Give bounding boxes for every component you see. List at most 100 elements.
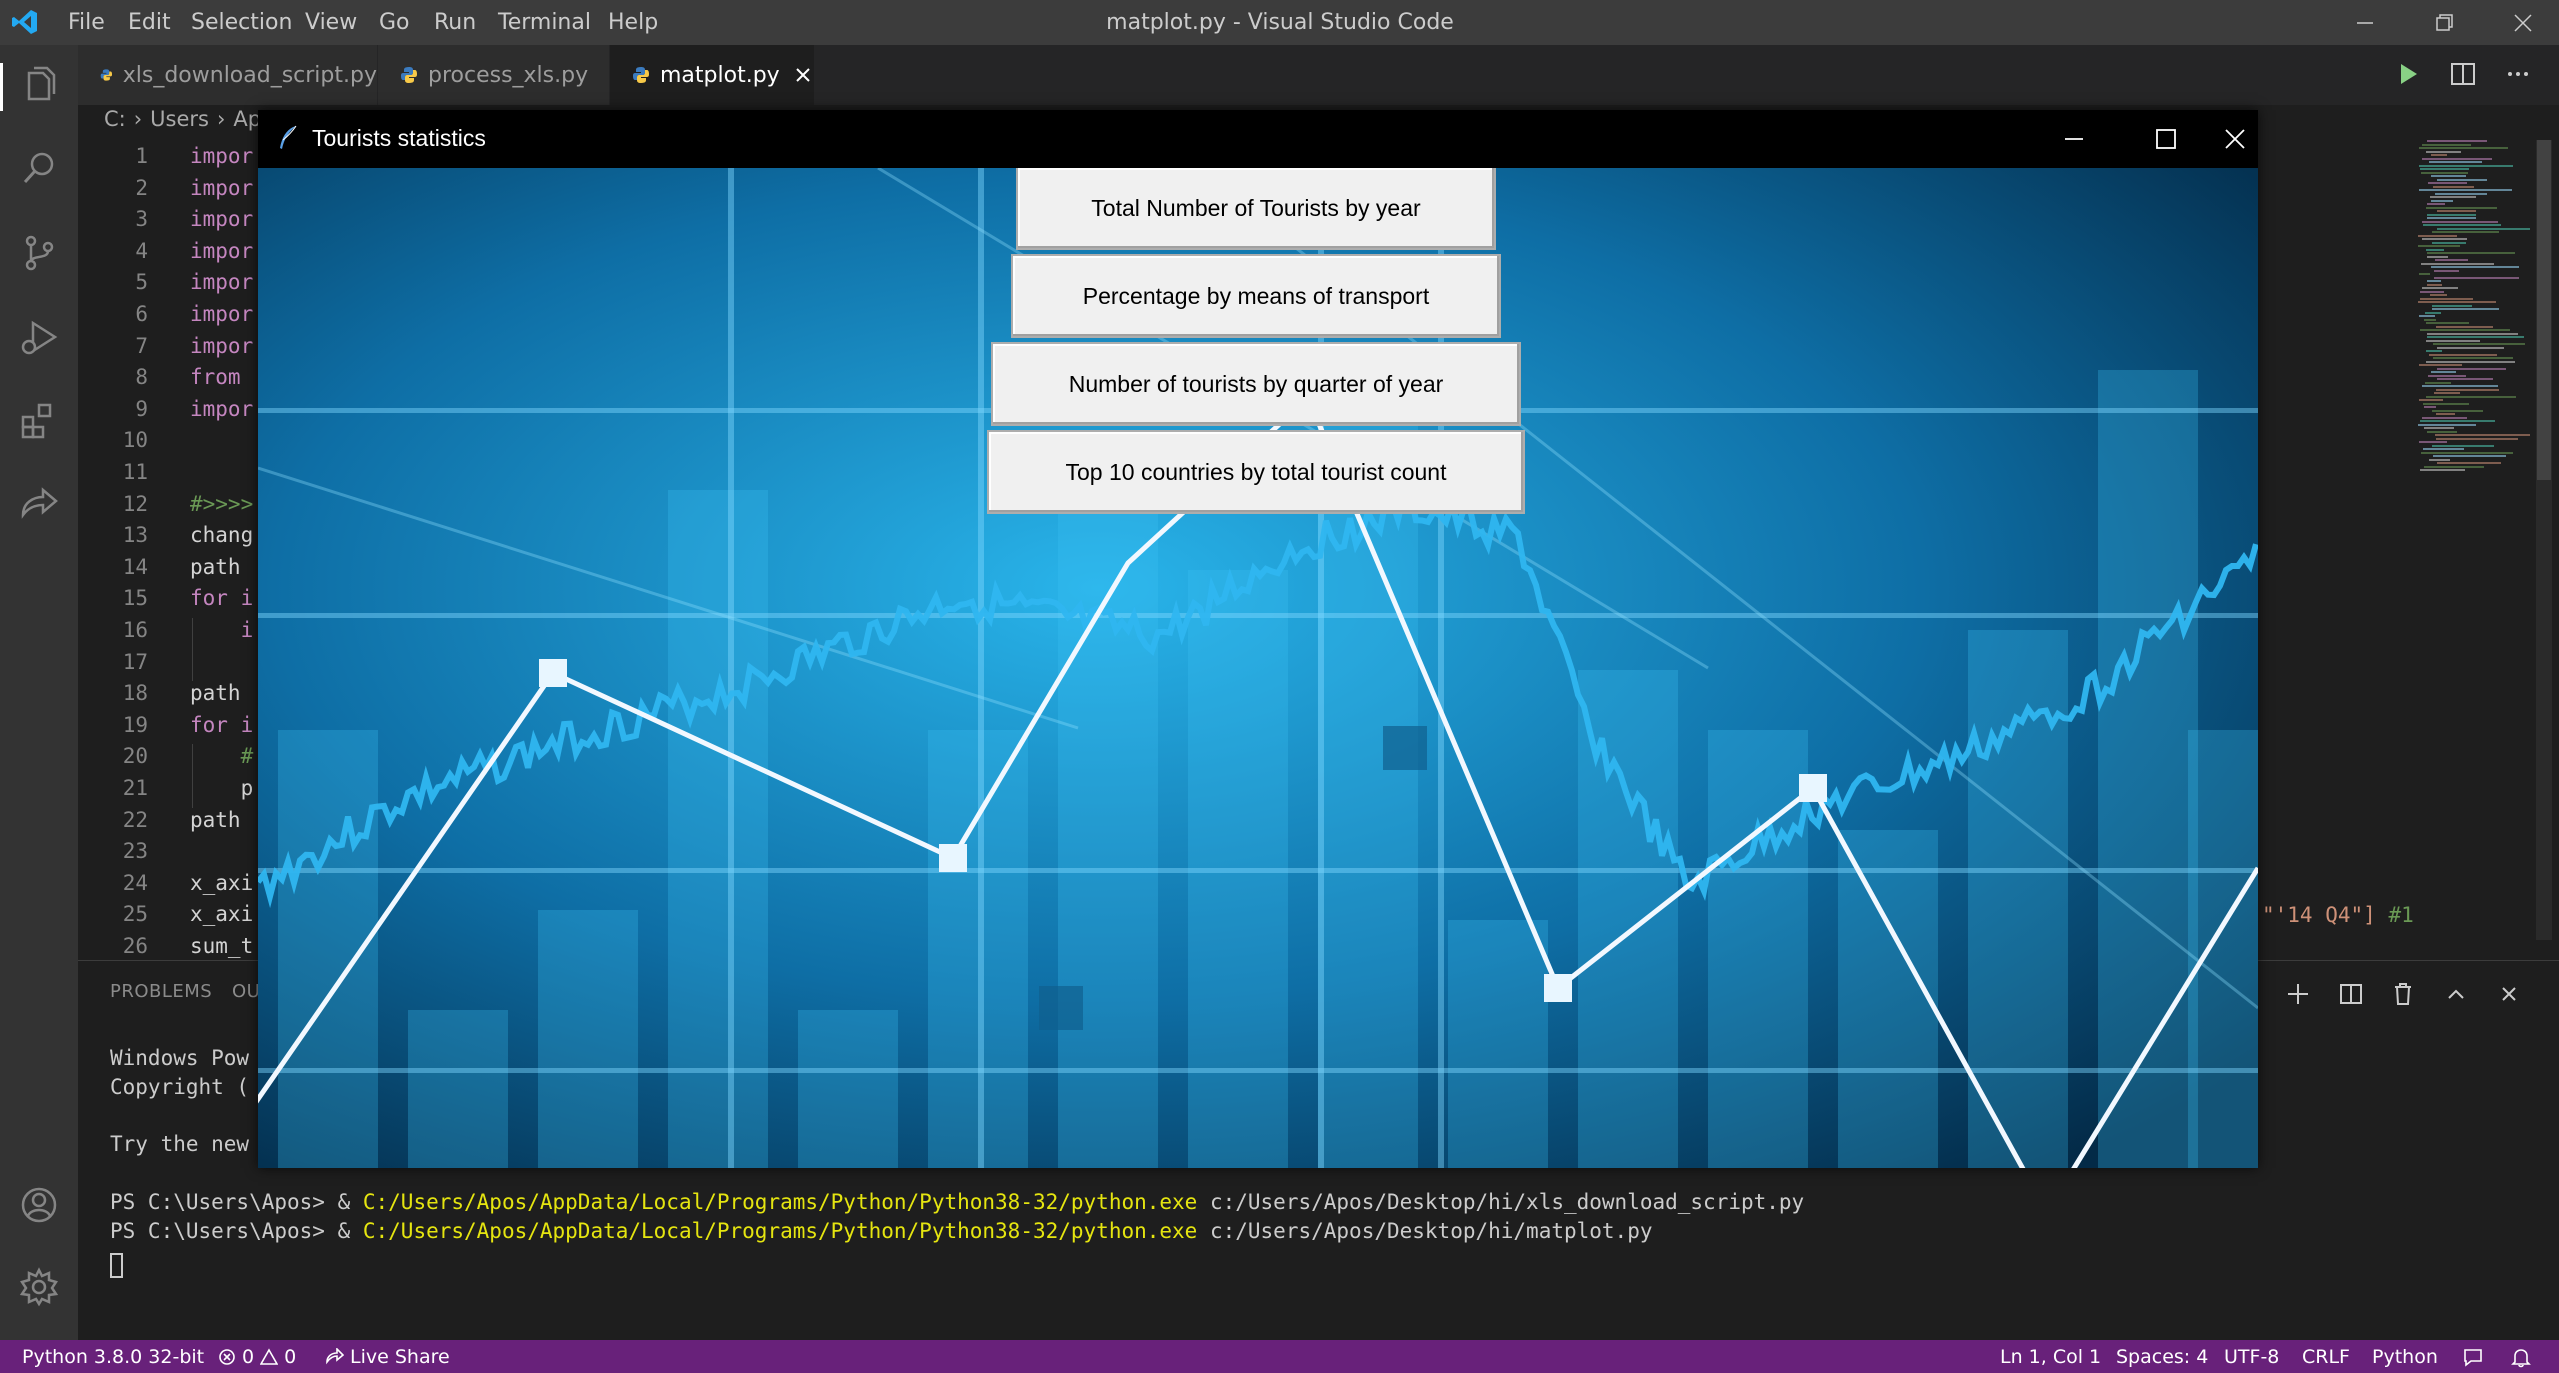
restore-button[interactable] xyxy=(2410,0,2480,45)
minimap-line xyxy=(2423,448,2464,450)
code-line[interactable]: #>>>> xyxy=(190,492,253,516)
top-10-countries-button[interactable]: Top 10 countries by total tourist count xyxy=(987,430,1525,514)
code-line[interactable]: p xyxy=(190,776,254,800)
code-line[interactable]: for i xyxy=(190,713,253,737)
code-line[interactable]: impor xyxy=(190,334,253,358)
breadcrumb: C: › Users › Ap xyxy=(104,107,261,131)
code-line[interactable]: path xyxy=(190,808,253,832)
chevron-up-icon[interactable] xyxy=(2441,979,2471,1009)
tab-process-xls[interactable]: process_xls.py xyxy=(378,45,610,105)
line-ending[interactable]: CRLF xyxy=(2302,1346,2350,1368)
encoding[interactable]: UTF-8 xyxy=(2224,1346,2279,1368)
close-panel-icon[interactable] xyxy=(2494,979,2524,1009)
menu-view[interactable]: View xyxy=(305,10,357,35)
minimap[interactable] xyxy=(2418,140,2538,480)
problems-indicator[interactable]: 0 0 xyxy=(218,1346,296,1368)
menu-edit[interactable]: Edit xyxy=(128,10,171,35)
code-line[interactable]: path xyxy=(190,555,253,579)
feedback-icon[interactable] xyxy=(2462,1346,2484,1368)
close-icon[interactable] xyxy=(792,64,814,86)
tk-maximize-button[interactable] xyxy=(2120,110,2212,168)
background-square-marker xyxy=(939,844,967,872)
code-line[interactable]: from xyxy=(190,365,241,389)
line-number: 23 xyxy=(122,839,148,864)
close-icon xyxy=(2514,13,2532,32)
code-line[interactable]: chang xyxy=(190,523,253,547)
breadcrumb-item[interactable]: C: xyxy=(104,107,126,131)
tab-xls-download-script[interactable]: xls_download_script.py xyxy=(78,45,378,105)
tab-output[interactable]: OU xyxy=(232,981,260,1002)
files-icon[interactable] xyxy=(19,65,59,105)
live-share-icon[interactable] xyxy=(19,485,59,525)
background-square-marker xyxy=(1039,986,1083,1030)
menu-run[interactable]: Run xyxy=(434,10,476,35)
breadcrumb-item[interactable]: Ap xyxy=(233,107,261,131)
live-share-status[interactable]: Live Share xyxy=(326,1346,450,1368)
minimap-line xyxy=(2429,161,2482,163)
code-line[interactable]: x_axi xyxy=(190,902,253,926)
tk-minimize-button[interactable] xyxy=(2028,110,2120,168)
code-line[interactable]: impor xyxy=(190,207,253,231)
total-tourists-by-year-button[interactable]: Total Number of Tourists by year xyxy=(1016,168,1496,250)
split-editor-icon[interactable] xyxy=(2447,58,2479,90)
minimap-line xyxy=(2435,434,2530,436)
python-interpreter[interactable]: Python 3.8.0 32-bit xyxy=(22,1346,204,1368)
code-line[interactable]: impor xyxy=(190,302,253,326)
run-debug-icon[interactable] xyxy=(19,317,59,357)
split-terminal-icon[interactable] xyxy=(2336,979,2366,1009)
editor-scrollbar-thumb[interactable] xyxy=(2537,140,2551,480)
indentation[interactable]: Spaces: 4 xyxy=(2116,1346,2208,1368)
code-line[interactable]: for i xyxy=(190,586,253,610)
menu-file[interactable]: File xyxy=(68,10,105,35)
cursor-position[interactable]: Ln 1, Col 1 xyxy=(2000,1346,2101,1368)
breadcrumb-item[interactable]: Users xyxy=(150,107,209,131)
source-control-icon[interactable] xyxy=(19,233,59,273)
minimize-icon xyxy=(2357,21,2373,24)
code-line[interactable]: impor xyxy=(190,239,253,263)
menu-terminal[interactable]: Terminal xyxy=(498,10,591,35)
menu-go[interactable]: Go xyxy=(379,10,410,35)
tab-problems[interactable]: PROBLEMS xyxy=(110,981,212,1002)
line-number: 10 xyxy=(122,428,148,453)
minimize-button[interactable] xyxy=(2330,0,2400,45)
minimap-line xyxy=(2435,192,2487,195)
close-window-button[interactable] xyxy=(2488,0,2558,45)
code-line[interactable]: impor xyxy=(190,144,253,168)
encoding-label: UTF-8 xyxy=(2224,1346,2280,1368)
settings-gear-icon[interactable] xyxy=(19,1267,59,1307)
run-python-icon[interactable] xyxy=(2392,58,2424,90)
percentage-by-transport-button[interactable]: Percentage by means of transport xyxy=(1011,254,1501,338)
minimap-line xyxy=(2435,259,2468,261)
tk-close-button[interactable] xyxy=(2212,110,2258,168)
notifications-bell-icon[interactable] xyxy=(2510,1346,2532,1368)
extensions-icon[interactable] xyxy=(19,401,59,441)
terminal-cursor[interactable] xyxy=(110,1253,123,1278)
terminal-exe-path: C:/Users/Apos/AppData/Local/Programs/Pyt… xyxy=(362,1219,1198,1243)
code-line[interactable]: path xyxy=(190,681,253,705)
more-actions-icon[interactable] xyxy=(2502,58,2534,90)
menu-selection[interactable]: Selection xyxy=(191,10,292,35)
code-line[interactable]: x_axi xyxy=(190,871,253,895)
menu-help[interactable]: Help xyxy=(608,10,658,35)
search-icon[interactable] xyxy=(19,149,59,189)
language-mode[interactable]: Python xyxy=(2372,1346,2438,1368)
terminal-script-path: c:/Users/Apos/Desktop/hi/xls_download_sc… xyxy=(1197,1190,1805,1214)
minimap-line xyxy=(2431,371,2456,373)
code-line[interactable]: impor xyxy=(190,397,253,421)
minimap-line xyxy=(2420,420,2495,422)
new-terminal-icon[interactable] xyxy=(2283,979,2313,1009)
minimap-line xyxy=(2430,294,2447,296)
tab-matplot[interactable]: matplot.py xyxy=(610,45,815,105)
code-line[interactable]: impor xyxy=(190,176,253,200)
minimap-line xyxy=(2432,241,2466,244)
tourists-by-quarter-button[interactable]: Number of tourists by quarter of year xyxy=(991,342,1521,426)
minimap-line xyxy=(2427,332,2518,335)
minimap-line xyxy=(2418,423,2476,426)
code-line[interactable]: # xyxy=(190,744,254,768)
minimap-line xyxy=(2437,227,2530,230)
code-line[interactable]: i xyxy=(190,618,254,642)
account-icon[interactable] xyxy=(19,1185,59,1225)
code-line[interactable]: sum_t xyxy=(190,934,253,958)
code-line[interactable]: impor xyxy=(190,270,253,294)
trash-icon[interactable] xyxy=(2388,979,2418,1009)
